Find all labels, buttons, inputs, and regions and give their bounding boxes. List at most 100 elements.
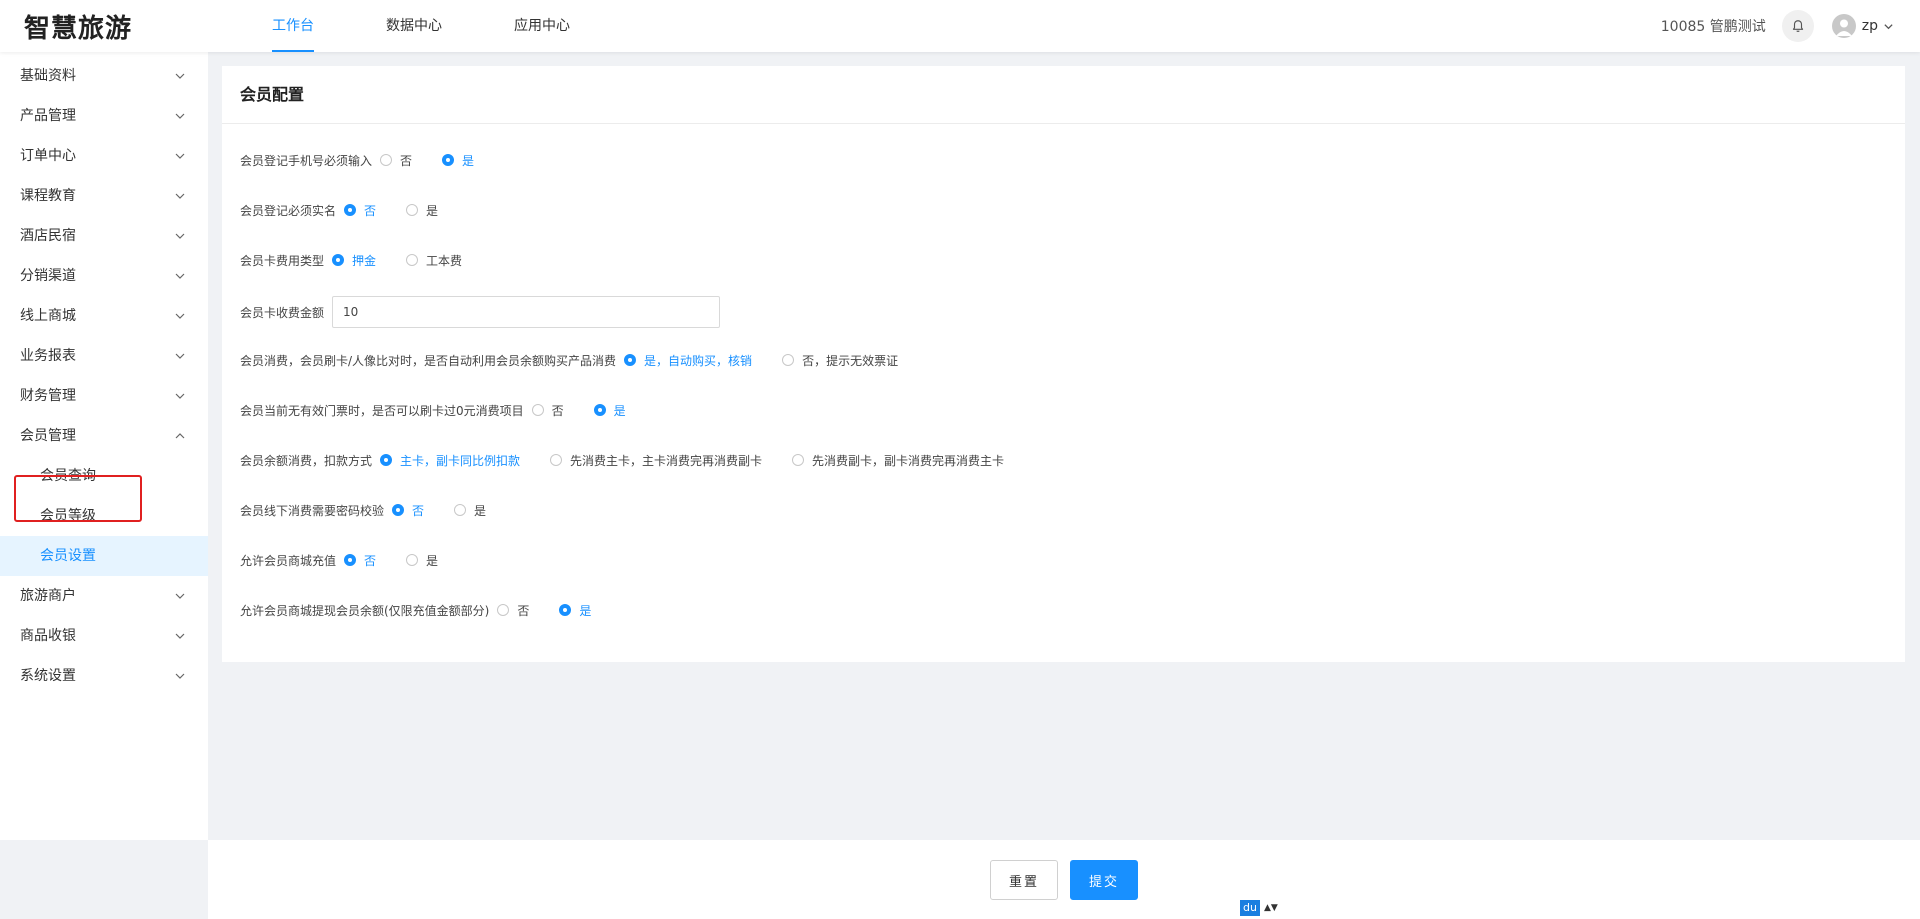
- radio-circle: [344, 204, 357, 216]
- radio-label: 否: [517, 603, 530, 618]
- radio-option[interactable]: 是: [442, 152, 474, 169]
- radio-option[interactable]: 否: [392, 502, 424, 519]
- sidebar-item-products[interactable]: 产品管理: [0, 96, 208, 136]
- radio-circle: [550, 454, 563, 466]
- avatar[interactable]: [1831, 14, 1856, 38]
- sidebar-item-courses[interactable]: 课程教育: [0, 176, 208, 216]
- sidebar-item-label: 财务管理: [20, 388, 76, 404]
- radio-label: 先消费主卡，主卡消费完再消费副卡: [570, 453, 763, 468]
- sidebar-item-hotels[interactable]: 酒店民宿: [0, 216, 208, 256]
- radio-label: 是: [426, 203, 439, 218]
- radio-option[interactable]: 否: [344, 552, 376, 569]
- radio-circle: [406, 204, 419, 216]
- sidebar-item-label: 订单中心: [20, 148, 76, 164]
- radio-option[interactable]: 否: [497, 602, 529, 619]
- sidebar-item-label: 酒店民宿: [20, 228, 76, 244]
- sidebar-item-members[interactable]: 会员管理: [0, 416, 208, 456]
- radio-label: 是: [613, 403, 626, 418]
- sidebar-item-distribution[interactable]: 分销渠道: [0, 256, 208, 296]
- topnav-app-center[interactable]: 应用中心: [514, 0, 570, 52]
- form-label: 会员登记必须实名: [240, 203, 337, 218]
- chevron-down-icon: [175, 633, 185, 639]
- form-label: 会员消费，会员刷卡/人像比对时，是否自动利用会员余额购买产品消费: [240, 353, 617, 368]
- sidebar-item-label: 商品收银: [20, 628, 76, 644]
- ime-arrows-icon: ▲▼: [1263, 902, 1278, 913]
- radio-circle: [406, 254, 419, 266]
- radio-circle: [454, 504, 467, 516]
- form-row-card-fee-type: 会员卡费用类型 押金 工本费: [240, 245, 492, 275]
- radio-option[interactable]: 否，提示无效票证: [782, 352, 898, 369]
- page-title: 会员配置: [222, 66, 1905, 124]
- header-right: 10085 管鹏测试 zp: [1661, 0, 1894, 52]
- chevron-down-icon: [175, 313, 185, 319]
- sidebar-item-label: 课程教育: [20, 188, 76, 204]
- radio-label: 是: [474, 503, 487, 518]
- sidebar: 基础资料 产品管理 订单中心 课程教育 酒店民宿 分销渠道 线上商城 业务报表 …: [0, 52, 208, 840]
- sidebar-item-pos[interactable]: 商品收银: [0, 616, 208, 656]
- reset-button[interactable]: 重置: [990, 860, 1058, 900]
- radio-option[interactable]: 否: [380, 152, 412, 169]
- radio-option[interactable]: 是: [406, 552, 438, 569]
- ime-badge: du: [1240, 900, 1260, 916]
- form-row-zero-price-swipe: 会员当前无有效门票时，是否可以刷卡过0元消费项目 否 是: [240, 395, 656, 425]
- form-label: 会员卡费用类型: [240, 253, 325, 268]
- radio-label: 否: [551, 403, 564, 418]
- footer-bar: 重置 提交: [208, 840, 1920, 919]
- radio-option[interactable]: 否: [344, 202, 376, 219]
- radio-circle: [380, 154, 393, 166]
- chevron-down-icon: [175, 673, 185, 679]
- form-label: 允许会员商城提现会员余额(仅限充值金额部分): [240, 603, 490, 618]
- radio-option[interactable]: 先消费主卡，主卡消费完再消费副卡: [550, 452, 762, 469]
- form-label: 会员余额消费，扣款方式: [240, 453, 373, 468]
- radio-circle: [792, 454, 805, 466]
- radio-label: 否: [364, 553, 377, 568]
- radio-option[interactable]: 是: [559, 602, 591, 619]
- radio-circle: [344, 554, 357, 566]
- sidebar-item-online-mall[interactable]: 线上商城: [0, 296, 208, 336]
- card-fee-amount-input[interactable]: [332, 296, 721, 328]
- form-label: 会员当前无有效门票时，是否可以刷卡过0元消费项目: [240, 403, 524, 418]
- radio-label: 押金: [352, 253, 377, 268]
- form-row-deduction-method: 会员余额消费，扣款方式 主卡，副卡同比例扣款 先消费主卡，主卡消费完再消费副卡 …: [240, 445, 1034, 475]
- radio-label: 否，提示无效票证: [802, 353, 899, 368]
- radio-option[interactable]: 先消费副卡，副卡消费完再消费主卡: [792, 452, 1004, 469]
- submit-button[interactable]: 提交: [1070, 860, 1138, 900]
- app-logo[interactable]: 智慧旅游: [24, 8, 132, 45]
- radio-option[interactable]: 押金: [332, 252, 376, 269]
- chevron-down-icon: [175, 193, 185, 199]
- radio-option[interactable]: 否: [531, 402, 564, 419]
- chevron-down-icon[interactable]: [1883, 21, 1894, 32]
- topnav-workbench[interactable]: 工作台: [272, 0, 314, 52]
- radio-option[interactable]: 是: [593, 402, 626, 419]
- radio-label: 是: [579, 603, 592, 618]
- chevron-down-icon: [175, 113, 185, 119]
- chevron-down-icon: [175, 73, 185, 79]
- top-header: 智慧旅游 工作台 数据中心 应用中心 10085 管鹏测试 zp: [0, 0, 1920, 52]
- radio-option[interactable]: 是: [454, 502, 486, 519]
- user-icon: [1835, 19, 1852, 36]
- ime-indicator[interactable]: du ▲▼: [1240, 900, 1278, 916]
- radio-circle: [559, 604, 572, 616]
- radio-circle: [406, 554, 419, 566]
- sidebar-item-travel-merchants[interactable]: 旅游商户: [0, 576, 208, 616]
- member-config-panel: 会员配置 会员登记手机号必须输入 否 是 会员登记必须实名 否 是 会员卡费用类…: [222, 66, 1905, 662]
- form-row-auto-balance-purchase: 会员消费，会员刷卡/人像比对时，是否自动利用会员余额购买产品消费 是，自动购买，…: [240, 345, 928, 375]
- sidebar-subitem-member-settings[interactable]: 会员设置: [0, 536, 208, 576]
- sidebar-item-basic-data[interactable]: 基础资料: [0, 56, 208, 96]
- radio-option[interactable]: 主卡，副卡同比例扣款: [380, 452, 520, 469]
- sidebar-item-reports[interactable]: 业务报表: [0, 336, 208, 376]
- sidebar-item-finance[interactable]: 财务管理: [0, 376, 208, 416]
- topnav-data-center[interactable]: 数据中心: [386, 0, 442, 52]
- notification-button[interactable]: [1781, 10, 1814, 42]
- radio-circle: [782, 354, 795, 366]
- form-row-offline-password: 会员线下消费需要密码校验 否 是: [240, 495, 516, 525]
- sidebar-item-system-settings[interactable]: 系统设置: [0, 656, 208, 696]
- radio-option[interactable]: 是，自动购买，核销: [624, 352, 752, 369]
- radio-label: 是: [462, 153, 475, 168]
- sidebar-item-orders[interactable]: 订单中心: [0, 136, 208, 176]
- radio-option[interactable]: 是: [406, 202, 438, 219]
- radio-circle: [380, 454, 393, 466]
- radio-option[interactable]: 工本费: [406, 252, 462, 269]
- sidebar-item-label: 分销渠道: [20, 268, 76, 284]
- username[interactable]: zp: [1862, 18, 1878, 34]
